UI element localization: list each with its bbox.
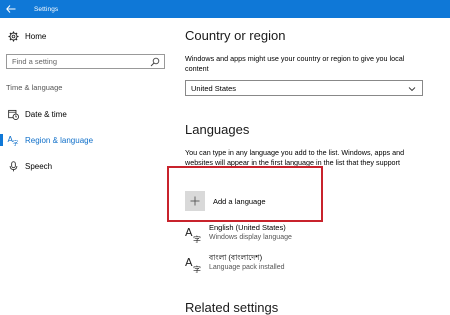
sidebar: Home Find a setting Time & language Date… [0, 18, 170, 314]
language-icon: A 字 [185, 226, 201, 244]
country-dropdown[interactable]: United States [185, 80, 423, 96]
languages-heading: Languages [185, 122, 250, 137]
svg-text:A: A [185, 256, 193, 269]
chevron-down-icon [408, 87, 416, 92]
sidebar-item-home[interactable]: Home [0, 26, 170, 46]
languages-description: You can type in any language you add to … [185, 148, 405, 167]
related-settings-heading: Related settings [185, 300, 279, 315]
window-title: Settings [34, 5, 59, 13]
language-status: Windows display language [209, 234, 292, 241]
sidebar-item-speech[interactable]: Speech [0, 156, 170, 176]
add-language-label: Add a language [213, 196, 266, 206]
plus-icon [185, 191, 205, 211]
svg-text:字: 字 [193, 235, 201, 244]
language-item-english[interactable]: A 字 English (United States) Windows disp… [185, 223, 425, 247]
calendar-clock-icon [7, 108, 19, 120]
country-value: United States [191, 83, 237, 93]
svg-text:A: A [185, 226, 193, 239]
country-description: Windows and apps might use your country … [185, 54, 405, 73]
language-status: Language pack installed [209, 264, 285, 271]
sidebar-item-date-time[interactable]: Date & time [0, 104, 170, 124]
back-arrow-icon [6, 5, 16, 13]
language-item-bangla[interactable]: A 字 বাংলা (বাংলাদেশ) Language pack insta… [185, 253, 425, 277]
language-icon: A 字 [185, 256, 201, 274]
gear-icon [7, 30, 19, 42]
back-button[interactable] [2, 0, 20, 18]
svg-text:字: 字 [193, 265, 201, 274]
sidebar-item-label: Date & time [25, 109, 67, 119]
section-heading: Time & language [6, 83, 63, 92]
microphone-icon [7, 160, 19, 172]
sidebar-item-label: Region & language [25, 135, 94, 145]
language-name: English (United States) [209, 223, 286, 232]
svg-text:字: 字 [13, 140, 19, 147]
search-icon [150, 57, 160, 67]
sidebar-item-region-language[interactable]: A 字 Region & language [0, 130, 170, 150]
country-heading: Country or region [185, 28, 286, 43]
add-language-button[interactable]: Add a language [185, 191, 266, 211]
search-placeholder: Find a setting [12, 57, 58, 66]
search-input[interactable]: Find a setting [6, 54, 165, 69]
active-indicator [0, 134, 3, 146]
region-language-icon: A 字 [7, 134, 19, 146]
sidebar-item-label: Home [25, 31, 47, 41]
sidebar-item-label: Speech [25, 161, 53, 171]
title-bar: Settings [0, 0, 450, 18]
main-content: Country or region Windows and apps might… [185, 18, 445, 315]
